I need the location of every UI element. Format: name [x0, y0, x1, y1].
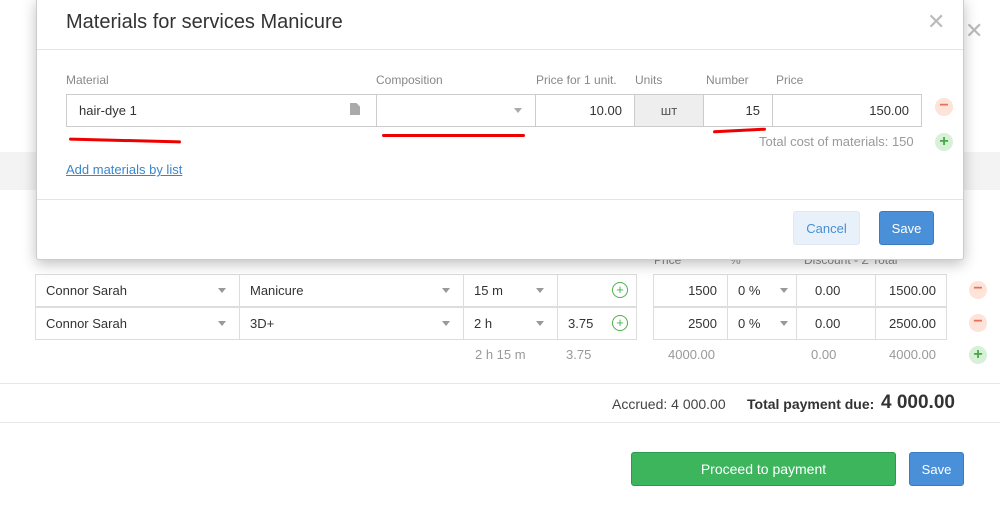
close-icon[interactable]: ✕: [927, 9, 945, 35]
divider: [0, 422, 1000, 423]
modal-title: Materials for services Manicure: [66, 11, 343, 33]
employee-select[interactable]: Connor Sarah: [35, 274, 240, 307]
col-label-units: Units: [635, 73, 663, 87]
chevron-down-icon: [442, 321, 450, 326]
total-value: 2500.00: [889, 316, 936, 331]
percent-value: 0 %: [738, 316, 761, 331]
chevron-down-icon: [514, 108, 522, 113]
service-select[interactable]: 3D+: [239, 307, 464, 340]
summary-duration: 2 h 15 m: [475, 347, 526, 362]
number-input[interactable]: 15: [703, 94, 773, 127]
units-field: шт: [634, 94, 704, 127]
modal-save-button[interactable]: Save: [879, 211, 934, 245]
add-material-icon[interactable]: +: [935, 133, 953, 151]
save-button[interactable]: Save: [909, 452, 964, 486]
proceed-to-payment-button[interactable]: Proceed to payment: [631, 452, 896, 486]
employee-value: Connor Sarah: [46, 283, 127, 298]
price-input[interactable]: 1500: [653, 274, 728, 307]
remove-row-icon[interactable]: −: [969, 314, 987, 332]
materials-modal: Materials for services Manicure ✕ Materi…: [36, 0, 964, 260]
price-value: 150.00: [869, 103, 909, 118]
col-label-number: Number: [706, 73, 749, 87]
chevron-down-icon: [218, 288, 226, 293]
chevron-down-icon: [442, 288, 450, 293]
chevron-down-icon: [780, 288, 788, 293]
price-input[interactable]: 150.00: [772, 94, 922, 127]
chevron-down-icon: [780, 321, 788, 326]
units-value: шт: [660, 103, 678, 118]
chevron-down-icon: [218, 321, 226, 326]
discount-value: 0.00: [815, 283, 841, 298]
material-value: hair-dye 1: [79, 103, 137, 118]
duration-value: 2 h: [474, 316, 493, 331]
add-row-icon[interactable]: +: [969, 346, 987, 364]
remove-row-icon[interactable]: −: [969, 281, 987, 299]
service-select[interactable]: Manicure: [239, 274, 464, 307]
remove-material-icon[interactable]: −: [935, 98, 953, 116]
cancel-button[interactable]: Cancel: [793, 211, 860, 245]
total-materials-cost: Total cost of materials: 150: [759, 134, 914, 149]
col-label-composition: Composition: [376, 73, 443, 87]
service-value: 3D+: [250, 316, 275, 331]
modal-footer-divider: [37, 199, 963, 200]
employee-value: Connor Sarah: [46, 316, 127, 331]
divider: [0, 383, 1000, 384]
add-materials-by-list-link[interactable]: Add materials by list: [66, 162, 182, 177]
add-materials-icon[interactable]: +: [612, 282, 628, 298]
col-label-material: Material: [66, 73, 109, 87]
summary-price: 4000.00: [668, 347, 715, 362]
col-label-price: Price: [776, 73, 804, 87]
price-value: 1500: [688, 283, 717, 298]
discount-value: 0.00: [815, 316, 841, 331]
summary-total: 4000.00: [889, 347, 936, 362]
annotation-underline: [712, 127, 767, 134]
percent-value: 0 %: [738, 283, 761, 298]
price-per-unit-input[interactable]: 10.00: [535, 94, 635, 127]
price-value: 2500: [688, 316, 717, 331]
col-label-price-unit: Price for 1 unit.: [536, 73, 617, 87]
annotation-underline: [382, 134, 525, 137]
modal-header-divider: [37, 49, 963, 50]
total-input[interactable]: 2500.00: [875, 307, 947, 340]
summary-discount: 0.00: [811, 347, 837, 362]
materials-cost-value: 3.75: [568, 316, 594, 331]
summary-materials: 3.75: [566, 347, 592, 362]
total-payment-label: Total payment due:: [747, 396, 875, 412]
annotation-underline: [68, 137, 182, 144]
add-materials-icon[interactable]: +: [612, 315, 628, 331]
accrued-amount: Accrued: 4 000.00: [612, 396, 726, 412]
page-close-icon[interactable]: ✕: [965, 18, 983, 44]
discount-input[interactable]: 0.00: [796, 274, 876, 307]
duration-value: 15 m: [474, 283, 503, 298]
chevron-down-icon: [536, 288, 544, 293]
total-payment-value: 4 000.00: [881, 392, 955, 413]
chevron-down-icon: [536, 321, 544, 326]
number-value: 15: [745, 103, 760, 118]
price-per-unit-value: 10.00: [589, 103, 622, 118]
total-input[interactable]: 1500.00: [875, 274, 947, 307]
material-input[interactable]: hair-dye 1: [66, 94, 377, 127]
service-value: Manicure: [250, 283, 304, 298]
total-value: 1500.00: [889, 283, 936, 298]
price-input[interactable]: 2500: [653, 307, 728, 340]
discount-input[interactable]: 0.00: [796, 307, 876, 340]
composition-select[interactable]: [376, 94, 536, 127]
employee-select[interactable]: Connor Sarah: [35, 307, 240, 340]
